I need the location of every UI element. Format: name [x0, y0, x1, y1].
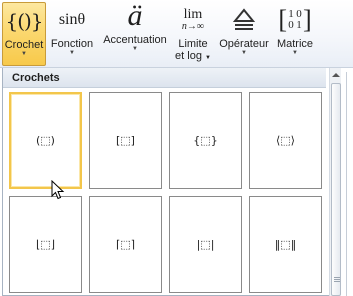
dropdown-arrow-icon: ▼	[21, 51, 27, 57]
gallery-scrollbar[interactable]	[329, 68, 341, 296]
accent-icon: ä	[127, 0, 143, 32]
tile-ceiling[interactable]: ⌈⬚⌉	[89, 196, 162, 293]
operator-icon	[232, 2, 256, 38]
tile-angle-brackets[interactable]: ⟨⬚⟩	[249, 92, 322, 189]
operateur-button[interactable]: Opérateur ▼	[215, 2, 273, 66]
tile-square-brackets[interactable]: [⬚]	[89, 92, 162, 189]
tile-glyph: ‖⬚‖	[274, 238, 297, 251]
tile-glyph: ⟨⬚⟩	[276, 134, 295, 147]
matrix-cells: 1 0 0 1	[287, 9, 303, 31]
matrix-cell: 0	[288, 19, 294, 31]
fonction-label: Fonction	[50, 38, 94, 50]
matrix-icon: [ 1 0 0 1 ]	[278, 2, 311, 38]
scroll-up-arrow-icon[interactable]	[330, 68, 342, 82]
matrice-button[interactable]: [ 1 0 0 1 ] Matrice ▼	[273, 2, 317, 66]
bracket-icon: {()}	[5, 9, 43, 33]
tile-glyph: |⬚|	[196, 238, 215, 251]
matrix-right-bracket: ]	[303, 5, 312, 34]
tile-glyph: (⬚)	[36, 134, 55, 147]
fonction-button[interactable]: sinθ Fonction ▼	[48, 2, 96, 66]
dropdown-arrow-icon: ▼	[69, 50, 75, 56]
crochet-button[interactable]: {()} Crochet ▼	[2, 2, 46, 66]
accentuation-label: Accentuation	[103, 34, 167, 46]
tile-parentheses[interactable]: (⬚)	[9, 92, 82, 189]
equation-ribbon: {()} Crochet ▼ sinθ Fonction ▼ ä Accentu…	[0, 0, 353, 68]
mouse-pointer-icon	[51, 180, 65, 200]
accentuation-button[interactable]: ä Accentuation ▼	[99, 0, 171, 66]
et-log-label: et log	[175, 50, 202, 62]
limit-icon-bottom: n→∞	[181, 21, 205, 32]
limit-icon: lim n→∞	[182, 2, 204, 38]
dropdown-arrow-icon: ▼	[132, 46, 138, 52]
scrollbar-thumb[interactable]	[331, 83, 341, 296]
operateur-label: Opérateur	[219, 38, 269, 50]
tile-glyph: ⌈⬚⌉	[116, 238, 135, 251]
dropdown-arrow-icon: ▼	[205, 55, 211, 61]
limite-label-line2: et log ▼	[175, 50, 211, 64]
limit-icon-top: lim	[183, 7, 203, 22]
gallery-header: Crochets	[3, 68, 326, 88]
tile-norm[interactable]: ‖⬚‖	[249, 196, 322, 293]
grip-icon	[334, 277, 340, 282]
tile-glyph: ⌊⬚⌋	[36, 238, 55, 251]
limite-log-button[interactable]: lim n→∞ Limite et log ▼	[172, 2, 214, 66]
matrix-left-bracket: [	[278, 5, 287, 34]
limite-label: Limite	[178, 38, 208, 50]
tile-glyph: {⬚}	[193, 134, 218, 147]
matrix-cell: 1	[296, 19, 302, 31]
tile-glyph: [⬚]	[116, 134, 135, 147]
tile-absolute-value[interactable]: |⬚|	[169, 196, 242, 293]
tile-curly-braces[interactable]: {⬚}	[169, 92, 242, 189]
function-icon: sinθ	[58, 11, 86, 28]
crochet-label: Crochet	[4, 39, 44, 51]
tile-floor[interactable]: ⌊⬚⌋	[9, 196, 82, 293]
window-divider	[346, 72, 347, 296]
matrice-label: Matrice	[276, 38, 314, 50]
document-edge	[341, 68, 353, 296]
dropdown-arrow-icon: ▼	[292, 50, 298, 56]
dropdown-arrow-icon: ▼	[241, 50, 247, 56]
